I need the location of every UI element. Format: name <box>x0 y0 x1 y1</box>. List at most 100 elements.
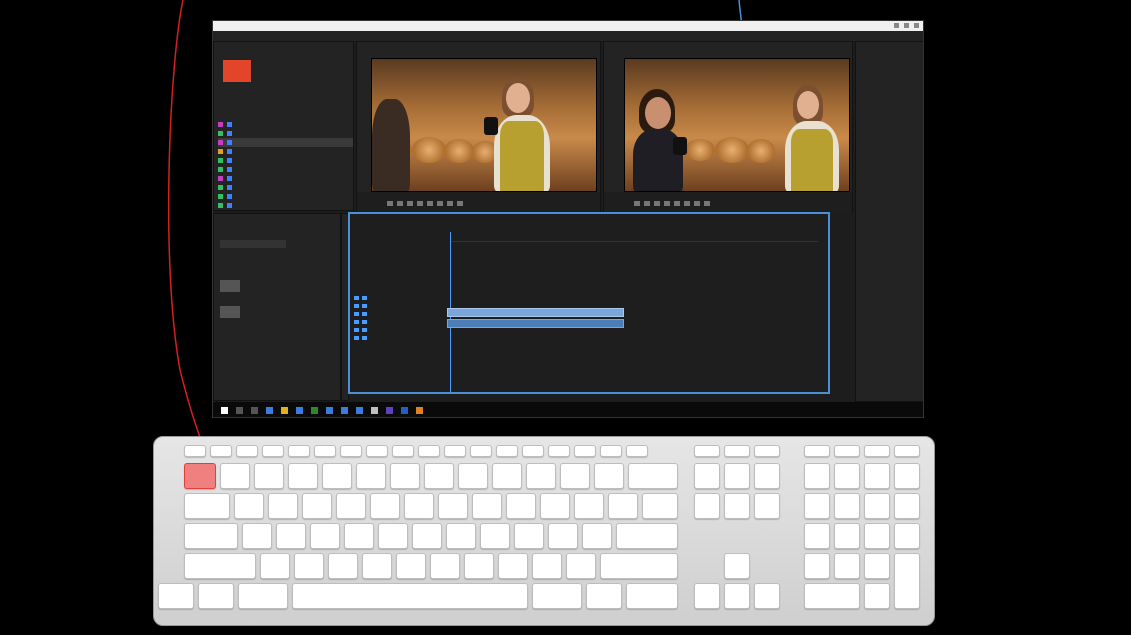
key-f3[interactable] <box>236 445 258 457</box>
key-option-left[interactable] <box>198 583 234 609</box>
key-forward-delete[interactable] <box>694 493 720 519</box>
key-equals[interactable] <box>594 463 624 489</box>
mark-out-button[interactable] <box>644 200 650 206</box>
key-num-2[interactable] <box>834 553 860 579</box>
key-caps-lock[interactable] <box>184 523 238 549</box>
play-button[interactable] <box>417 200 423 206</box>
key-period[interactable] <box>532 553 562 579</box>
key-f14[interactable] <box>522 445 544 457</box>
key-f4[interactable] <box>262 445 284 457</box>
key-delete[interactable] <box>628 463 678 489</box>
key-num-7[interactable] <box>804 493 830 519</box>
key-num-8[interactable] <box>834 493 860 519</box>
key-arrow-right[interactable] <box>754 583 780 609</box>
key-f8[interactable] <box>366 445 388 457</box>
app-icon[interactable] <box>266 407 273 414</box>
key-f18[interactable] <box>626 445 648 457</box>
app-icon[interactable] <box>371 407 378 414</box>
export-frame-button[interactable] <box>457 200 463 206</box>
track-lock-icon[interactable] <box>362 304 367 308</box>
key-2[interactable] <box>254 463 284 489</box>
minimize-icon[interactable] <box>894 23 899 28</box>
track-header-row[interactable] <box>354 310 414 318</box>
app-icon[interactable] <box>416 407 423 414</box>
lift-button[interactable] <box>684 200 690 206</box>
key-f25[interactable] <box>894 445 920 457</box>
key-home[interactable] <box>724 463 750 489</box>
key-quote[interactable] <box>582 523 612 549</box>
list-item[interactable] <box>218 156 353 165</box>
track-target-icon[interactable] <box>354 320 359 324</box>
key-num-0[interactable] <box>804 583 860 609</box>
track-header-row[interactable] <box>354 302 414 310</box>
track-header-row[interactable] <box>354 334 414 342</box>
track-header-row[interactable] <box>354 326 414 334</box>
key-fn[interactable] <box>694 463 720 489</box>
key-num-3[interactable] <box>864 553 890 579</box>
track-target-icon[interactable] <box>354 312 359 316</box>
key-m[interactable] <box>464 553 494 579</box>
key-5[interactable] <box>356 463 386 489</box>
step-forward-button[interactable] <box>674 200 680 206</box>
app-icon[interactable] <box>296 407 303 414</box>
key-slash[interactable] <box>566 553 596 579</box>
key-f6[interactable] <box>314 445 336 457</box>
key-8[interactable] <box>458 463 488 489</box>
key-f13[interactable] <box>496 445 518 457</box>
track-lock-icon[interactable] <box>362 312 367 316</box>
key-num-enter[interactable] <box>894 553 920 609</box>
list-item[interactable] <box>218 183 353 192</box>
key-f24[interactable] <box>864 445 890 457</box>
track-lock-icon[interactable] <box>362 336 367 340</box>
key-control[interactable] <box>158 583 194 609</box>
key-u[interactable] <box>438 493 468 519</box>
project-panel[interactable] <box>213 41 354 211</box>
task-view-icon[interactable] <box>251 407 258 414</box>
key-f7[interactable] <box>340 445 362 457</box>
key-num-multiply[interactable] <box>894 463 920 489</box>
key-d[interactable] <box>310 523 340 549</box>
export-frame-button[interactable] <box>704 200 710 206</box>
key-4[interactable] <box>322 463 352 489</box>
key-num-plus[interactable] <box>894 523 920 549</box>
key-f9[interactable] <box>392 445 414 457</box>
premiere-icon[interactable] <box>386 407 393 414</box>
mark-in-button[interactable] <box>387 200 393 206</box>
video-clip[interactable] <box>447 308 624 317</box>
key-f23[interactable] <box>834 445 860 457</box>
key-return[interactable] <box>616 523 678 549</box>
key-f20[interactable] <box>724 445 750 457</box>
key-num-decimal[interactable] <box>864 583 890 609</box>
folder-icon[interactable] <box>281 407 288 414</box>
list-item[interactable] <box>218 174 353 183</box>
key-num-minus[interactable] <box>894 493 920 519</box>
key-shift-right[interactable] <box>600 553 678 579</box>
key-i[interactable] <box>472 493 502 519</box>
key-f21[interactable] <box>754 445 780 457</box>
insert-button[interactable] <box>437 200 443 206</box>
key-bracket-right[interactable] <box>608 493 638 519</box>
key-command-left[interactable] <box>238 583 288 609</box>
key-p[interactable] <box>540 493 570 519</box>
effect-button[interactable] <box>220 280 240 292</box>
key-6[interactable] <box>390 463 420 489</box>
key-f2[interactable] <box>210 445 232 457</box>
maximize-icon[interactable] <box>904 23 909 28</box>
key-num-1[interactable] <box>804 553 830 579</box>
search-icon[interactable] <box>236 407 243 414</box>
mark-in-button[interactable] <box>634 200 640 206</box>
effect-button[interactable] <box>220 306 240 318</box>
key-semicolon[interactable] <box>548 523 578 549</box>
key-v[interactable] <box>362 553 392 579</box>
audio-clip[interactable] <box>447 319 624 328</box>
key-f17[interactable] <box>600 445 622 457</box>
key-f11[interactable] <box>444 445 466 457</box>
key-f5[interactable] <box>288 445 310 457</box>
track-target-icon[interactable] <box>354 328 359 332</box>
key-clear[interactable] <box>804 463 830 489</box>
key-shift-left[interactable] <box>184 553 256 579</box>
key-q[interactable] <box>234 493 264 519</box>
track-header-row[interactable] <box>354 294 414 302</box>
key-c[interactable] <box>328 553 358 579</box>
key-r[interactable] <box>336 493 366 519</box>
